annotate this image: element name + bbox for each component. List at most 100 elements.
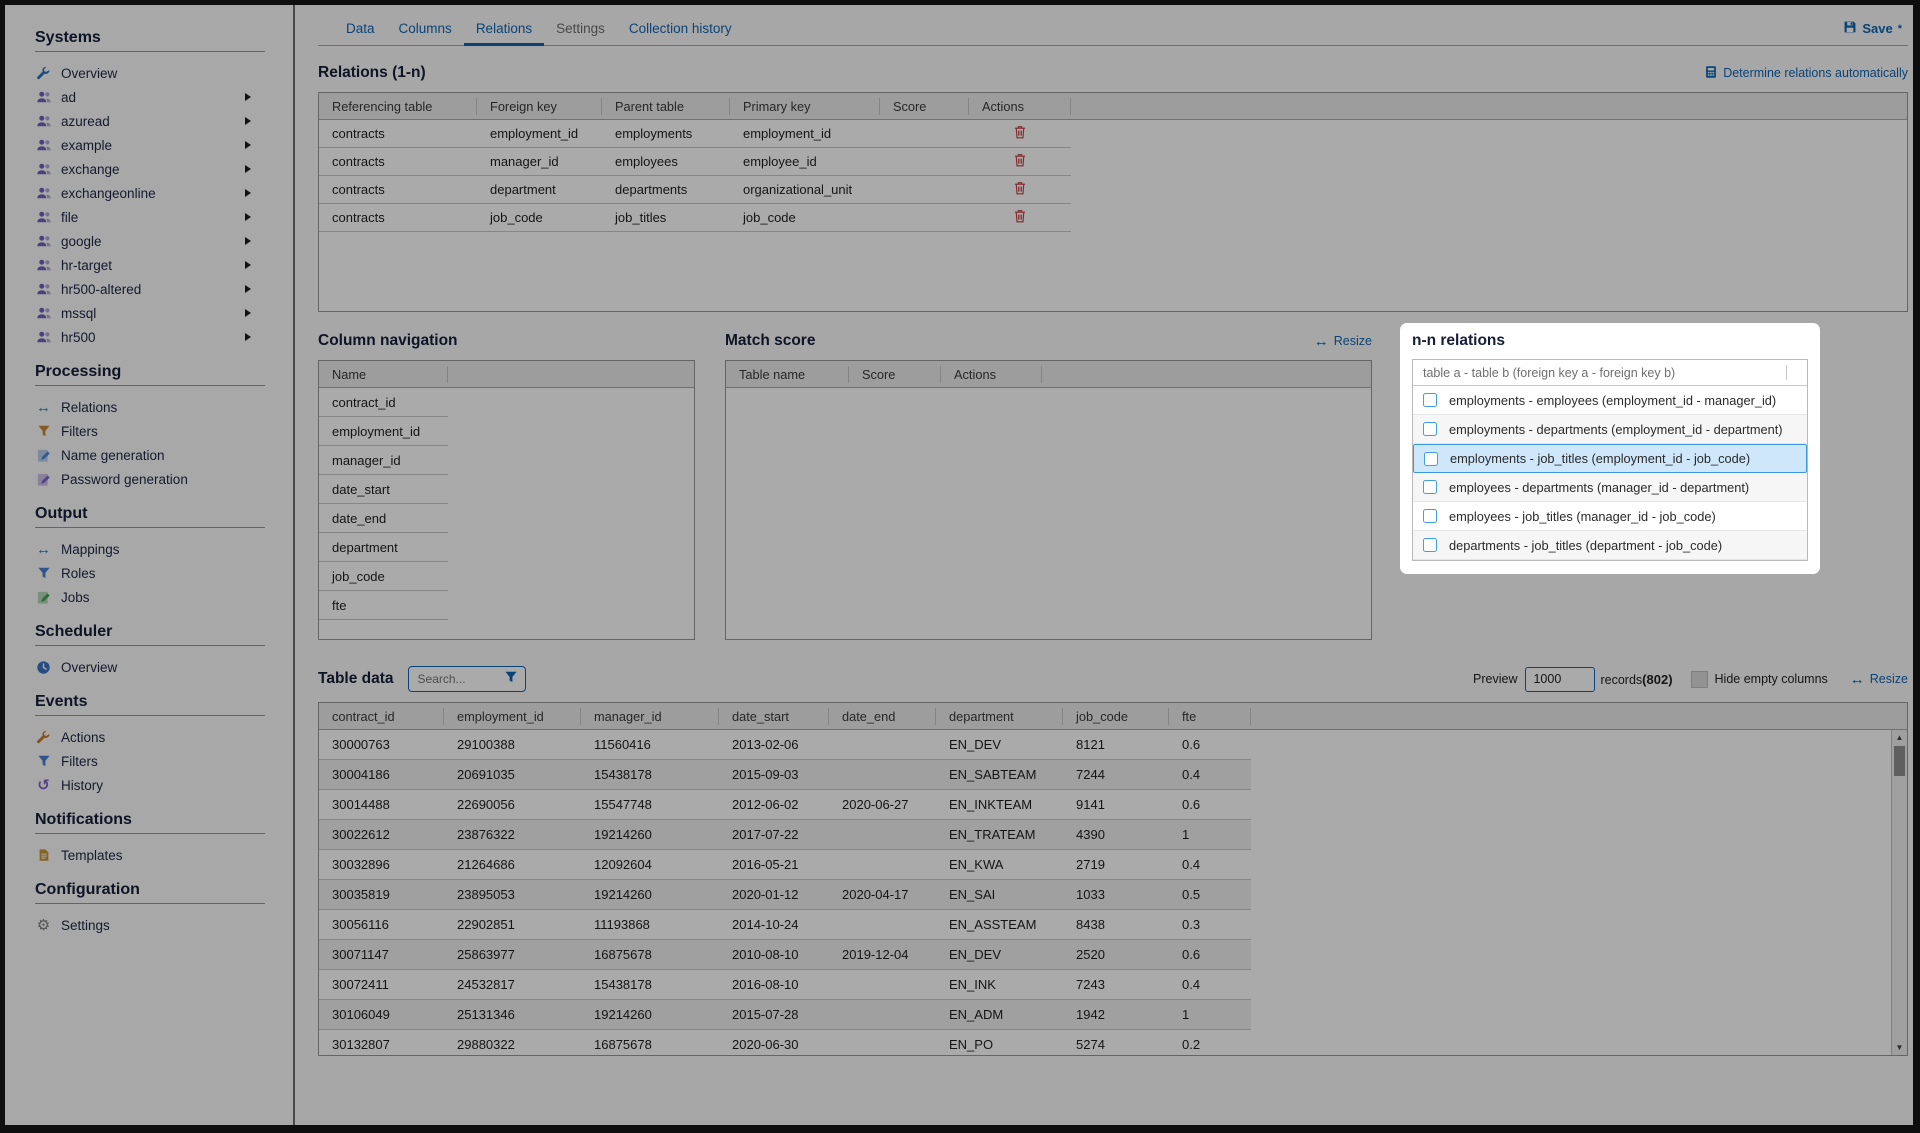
sidebar-item-jobs[interactable]: Jobs bbox=[35, 585, 265, 609]
funnel-icon bbox=[35, 754, 52, 768]
column-list-item[interactable]: contract_id bbox=[319, 388, 448, 417]
relation-checkbox[interactable] bbox=[1424, 452, 1438, 466]
table-cell: 8121 bbox=[1063, 737, 1169, 752]
table-row[interactable]: 3003581923895053192142602020-01-122020-0… bbox=[319, 880, 1251, 910]
column-list-item[interactable]: fte bbox=[319, 591, 448, 620]
sidebar-item-filters[interactable]: Filters bbox=[35, 419, 265, 443]
sidebar-section-title: Scheduler bbox=[35, 623, 265, 641]
nn-relation-row[interactable]: employments - departments (employment_id… bbox=[1413, 415, 1807, 444]
table-data-resize-link[interactable]: ↔ Resize bbox=[1850, 672, 1908, 687]
hide-empty-columns-checkbox[interactable] bbox=[1691, 671, 1708, 688]
nn-relation-row[interactable]: employments - job_titles (employment_id … bbox=[1413, 444, 1807, 473]
table-cell: manager_id bbox=[319, 453, 414, 468]
tab-columns[interactable]: Columns bbox=[387, 17, 464, 46]
table-row[interactable]: 3007241124532817154381782016-08-10EN_INK… bbox=[319, 970, 1251, 1000]
nn-relation-row[interactable]: departments - job_titles (department - j… bbox=[1413, 531, 1807, 560]
sidebar-item-hr-target[interactable]: hr-target bbox=[35, 253, 265, 277]
sidebar-item-mssql[interactable]: mssql bbox=[35, 301, 265, 325]
sidebar-item-label: Roles bbox=[61, 566, 96, 581]
sidebar-item-password-generation[interactable]: Password generation bbox=[35, 467, 265, 491]
column-navigation-section: Column navigation Name contract_idemploy… bbox=[318, 332, 695, 640]
sidebar-item-label: Filters bbox=[61, 754, 98, 769]
chevron-right-icon bbox=[245, 93, 251, 101]
sidebar-item-exchangeonline[interactable]: exchangeonline bbox=[35, 181, 265, 205]
relation-checkbox[interactable] bbox=[1423, 393, 1437, 407]
table-cell: 25863977 bbox=[444, 947, 581, 962]
relation-checkbox[interactable] bbox=[1423, 422, 1437, 436]
tab-data[interactable]: Data bbox=[334, 17, 387, 46]
table-row[interactable]: contractsemployment_idemploymentsemploym… bbox=[319, 120, 1071, 148]
table-row[interactable]: 3000418620691035154381782015-09-03EN_SAB… bbox=[319, 760, 1251, 790]
delete-relation-button[interactable] bbox=[969, 181, 1071, 198]
search-input[interactable] bbox=[416, 671, 498, 687]
determine-relations-link[interactable]: Determine relations automatically bbox=[1704, 65, 1908, 82]
table-row[interactable]: contractsmanager_idemployeesemployee_id bbox=[319, 148, 1071, 176]
scroll-up-icon[interactable]: ▲ bbox=[1892, 733, 1907, 742]
sidebar-item-filters[interactable]: Filters bbox=[35, 749, 265, 773]
delete-relation-button[interactable] bbox=[969, 125, 1071, 142]
sidebar-item-azuread[interactable]: azuread bbox=[35, 109, 265, 133]
table-row[interactable]: contractsjob_codejob_titlesjob_code bbox=[319, 204, 1071, 232]
table-cell: job_titles bbox=[602, 210, 730, 225]
table-cell: contracts bbox=[319, 210, 477, 225]
table-cell: EN_INKTEAM bbox=[936, 797, 1063, 812]
relation-checkbox[interactable] bbox=[1423, 480, 1437, 494]
delete-relation-button[interactable] bbox=[969, 153, 1071, 170]
sidebar-item-hr500-altered[interactable]: hr500-altered bbox=[35, 277, 265, 301]
sidebar-item-overview[interactable]: Overview bbox=[35, 61, 265, 85]
table-row[interactable]: 3002261223876322192142602017-07-22EN_TRA… bbox=[319, 820, 1251, 850]
table-row[interactable]: contractsdepartmentdepartmentsorganizati… bbox=[319, 176, 1071, 204]
nn-relation-row[interactable]: employees - job_titles (manager_id - job… bbox=[1413, 502, 1807, 531]
sidebar-item-relations[interactable]: ↔Relations bbox=[35, 395, 265, 419]
sidebar-item-overview[interactable]: Overview bbox=[35, 655, 265, 679]
column-header: fte bbox=[1169, 708, 1251, 725]
nn-relation-label: employees - departments (manager_id - de… bbox=[1449, 480, 1749, 495]
tab-bar: DataColumnsRelationsSettingsCollection h… bbox=[318, 5, 1908, 46]
sidebar-item-label: Jobs bbox=[61, 590, 90, 605]
tab-relations[interactable]: Relations bbox=[464, 17, 544, 46]
delete-relation-button[interactable] bbox=[969, 209, 1071, 226]
sidebar-item-google[interactable]: google bbox=[35, 229, 265, 253]
column-list-item[interactable]: job_code bbox=[319, 562, 448, 591]
sidebar-item-mappings[interactable]: ↔Mappings bbox=[35, 537, 265, 561]
table-scrollbar[interactable]: ▲ ▼ bbox=[1891, 730, 1907, 1055]
sidebar-item-label: file bbox=[61, 210, 78, 225]
column-list-item[interactable]: date_start bbox=[319, 475, 448, 504]
match-score-resize-link[interactable]: ↔ Resize bbox=[1314, 334, 1372, 349]
table-row[interactable]: 3005611622902851111938682014-10-24EN_ASS… bbox=[319, 910, 1251, 940]
nn-relation-row[interactable]: employments - employees (employment_id -… bbox=[1413, 386, 1807, 415]
table-row[interactable]: 3000076329100388115604162013-02-06EN_DEV… bbox=[319, 730, 1251, 760]
table-row[interactable]: 3003289621264686120926042016-05-21EN_KWA… bbox=[319, 850, 1251, 880]
tab-collection-history[interactable]: Collection history bbox=[617, 17, 744, 46]
scroll-down-icon[interactable]: ▼ bbox=[1892, 1043, 1907, 1052]
column-list-item[interactable]: department bbox=[319, 533, 448, 562]
sidebar-item-settings[interactable]: ⚙Settings bbox=[35, 913, 265, 937]
sidebar-item-templates[interactable]: Templates bbox=[35, 843, 265, 867]
column-list-item[interactable]: date_end bbox=[319, 504, 448, 533]
relation-checkbox[interactable] bbox=[1423, 509, 1437, 523]
sidebar-item-exchange[interactable]: exchange bbox=[35, 157, 265, 181]
table-row[interactable]: 3013280729880322168756782020-06-30EN_PO5… bbox=[319, 1030, 1251, 1056]
table-row[interactable]: 3010604925131346192142602015-07-28EN_ADM… bbox=[319, 1000, 1251, 1030]
table-row[interactable]: 3001448822690056155477482012-06-022020-0… bbox=[319, 790, 1251, 820]
preview-count-input[interactable] bbox=[1525, 667, 1595, 692]
column-list-item[interactable]: manager_id bbox=[319, 446, 448, 475]
scrollbar-thumb[interactable] bbox=[1894, 746, 1905, 776]
tab-settings[interactable]: Settings bbox=[544, 17, 617, 46]
save-button[interactable]: Save * bbox=[1843, 20, 1908, 45]
sidebar-item-ad[interactable]: ad bbox=[35, 85, 265, 109]
sidebar-item-name-generation[interactable]: Name generation bbox=[35, 443, 265, 467]
sidebar-item-actions[interactable]: Actions bbox=[35, 725, 265, 749]
sidebar-item-example[interactable]: example bbox=[35, 133, 265, 157]
table-cell: 30072411 bbox=[319, 977, 444, 992]
sidebar-item-roles[interactable]: Roles bbox=[35, 561, 265, 585]
sidebar-item-history[interactable]: ↺History bbox=[35, 773, 265, 797]
relation-checkbox[interactable] bbox=[1423, 538, 1437, 552]
sidebar-item-file[interactable]: file bbox=[35, 205, 265, 229]
column-list-item[interactable]: employment_id bbox=[319, 417, 448, 446]
nn-relation-row[interactable]: employees - departments (manager_id - de… bbox=[1413, 473, 1807, 502]
table-row[interactable]: 3007114725863977168756782010-08-102019-1… bbox=[319, 940, 1251, 970]
sidebar-section-title: Notifications bbox=[35, 811, 265, 829]
sidebar-item-hr500[interactable]: hr500 bbox=[35, 325, 265, 349]
nn-relation-label: employments - employees (employment_id -… bbox=[1449, 393, 1776, 408]
